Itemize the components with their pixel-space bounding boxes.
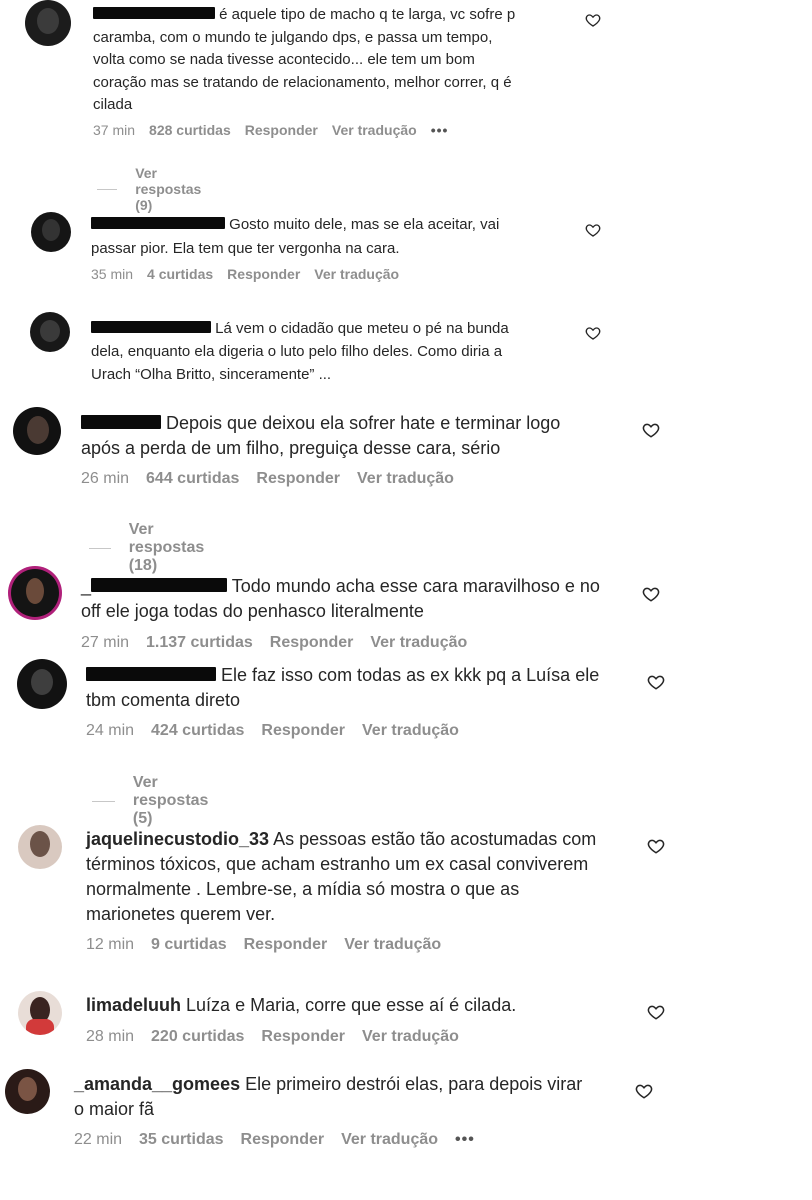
likes-count[interactable]: 424 curtidas (151, 722, 244, 740)
view-replies-button[interactable]: Ver respostas (5) (92, 774, 220, 828)
likes-count[interactable]: 644 curtidas (146, 470, 239, 488)
username[interactable]: _amanda__gomees (74, 1074, 240, 1094)
likes-count[interactable]: 1.137 curtidas (146, 634, 253, 652)
heart-icon[interactable] (642, 421, 660, 439)
timestamp: 37 min (93, 122, 136, 138)
comment-text: _amanda__gomees Ele primeiro destrói ela… (74, 1074, 583, 1119)
translate-button[interactable]: Ver tradução (341, 1131, 438, 1149)
view-replies-label: Ver respostas (18) (128, 521, 205, 574)
timestamp: 12 min (86, 936, 135, 953)
heart-icon[interactable] (647, 673, 665, 691)
avatar[interactable] (30, 312, 70, 352)
likes-count[interactable]: 35 curtidas (139, 1131, 223, 1149)
replies-divider (97, 188, 118, 190)
reply-button[interactable]: Responder (245, 122, 318, 138)
comment-meta: 37 min 828 curtidas Responder Ver traduç… (93, 122, 462, 138)
translate-button[interactable]: Ver tradução (357, 470, 454, 488)
more-options-icon[interactable]: ••• (431, 122, 449, 138)
translate-button[interactable]: Ver tradução (344, 936, 441, 954)
comment-text: é aquele tipo de macho q te larga, vc so… (93, 6, 516, 113)
avatar[interactable] (25, 0, 71, 46)
comment-text: Depois que deixou ela sofrer hate e term… (81, 413, 561, 458)
comment-text: _ Todo mundo acha esse cara maravilhoso … (81, 576, 600, 621)
heart-icon[interactable] (647, 837, 665, 855)
view-replies-label: Ver respostas (9) (135, 165, 202, 213)
username-redacted[interactable] (93, 7, 215, 19)
heart-icon[interactable] (642, 585, 660, 603)
username-redacted[interactable] (91, 321, 211, 333)
avatar[interactable] (31, 212, 71, 252)
avatar[interactable] (18, 825, 62, 869)
likes-count[interactable]: 220 curtidas (151, 1028, 244, 1046)
reply-button[interactable]: Responder (270, 634, 354, 652)
timestamp: 26 min (81, 470, 130, 487)
reply-button[interactable]: Responder (256, 470, 340, 488)
heart-icon[interactable] (585, 325, 601, 341)
comment-meta: 12 min 9 curtidas Responder Ver tradução (86, 936, 458, 954)
translate-button[interactable]: Ver tradução (332, 122, 417, 138)
view-replies-label: Ver respostas (5) (132, 774, 209, 827)
comment-meta: 22 min 35 curtidas Responder Ver traduçã… (74, 1131, 492, 1149)
comment-text: Gosto muito dele, mas se ela aceitar, va… (91, 216, 500, 257)
username-redacted[interactable] (81, 415, 161, 429)
replies-divider (92, 800, 115, 802)
translate-button[interactable]: Ver tradução (370, 634, 467, 652)
reply-button[interactable]: Responder (244, 936, 328, 954)
likes-count[interactable]: 9 curtidas (151, 936, 227, 954)
username[interactable]: jaquelinecustodio_33 (86, 829, 269, 849)
heart-icon[interactable] (635, 1082, 653, 1100)
translate-button[interactable]: Ver tradução (362, 722, 459, 740)
username-prefix: _ (81, 576, 92, 596)
view-replies-button[interactable]: Ver respostas (9) (97, 165, 211, 213)
comment-meta: 27 min 1.137 curtidas Responder Ver trad… (81, 634, 484, 652)
avatar[interactable] (17, 659, 67, 709)
avatar[interactable] (13, 407, 61, 455)
username-redacted[interactable] (91, 217, 225, 229)
comment-meta: 24 min 424 curtidas Responder Ver traduç… (86, 722, 476, 740)
comment-text: Lá vem o cidadão que meteu o pé na bunda… (91, 320, 509, 383)
username-redacted[interactable] (86, 667, 216, 681)
comment-meta: 35 min 4 curtidas Responder Ver tradução (91, 266, 413, 282)
comment-text: Ele faz isso com todas as ex kkk pq a Lu… (86, 665, 600, 710)
translate-button[interactable]: Ver tradução (314, 266, 399, 282)
comment-text: limadeluuh Luíza e Maria, corre que esse… (86, 995, 517, 1015)
timestamp: 28 min (86, 1028, 135, 1045)
more-options-icon[interactable]: ••• (455, 1131, 475, 1149)
timestamp: 22 min (74, 1131, 123, 1148)
heart-icon[interactable] (585, 12, 601, 28)
heart-icon[interactable] (647, 1003, 665, 1021)
comment-meta: 28 min 220 curtidas Responder Ver traduç… (86, 1028, 476, 1046)
username[interactable]: limadeluuh (86, 995, 181, 1015)
timestamp: 27 min (81, 634, 130, 651)
reply-button[interactable]: Responder (241, 1131, 325, 1149)
likes-count[interactable]: 4 curtidas (147, 266, 213, 282)
comment-meta: 26 min 644 curtidas Responder Ver traduç… (81, 470, 471, 488)
replies-divider (89, 547, 111, 549)
likes-count[interactable]: 828 curtidas (149, 122, 231, 138)
timestamp: 35 min (91, 266, 134, 282)
comment-text: jaquelinecustodio_33 As pessoas estão tã… (86, 829, 597, 924)
reply-button[interactable]: Responder (261, 722, 345, 740)
reply-button[interactable]: Responder (261, 1028, 345, 1046)
username-redacted[interactable] (91, 578, 228, 592)
avatar[interactable] (18, 991, 62, 1035)
avatar[interactable] (8, 566, 62, 620)
view-replies-button[interactable]: Ver respostas (18) (89, 521, 217, 575)
translate-button[interactable]: Ver tradução (362, 1028, 459, 1046)
timestamp: 24 min (86, 722, 135, 739)
avatar[interactable] (5, 1069, 50, 1114)
heart-icon[interactable] (585, 222, 601, 238)
reply-button[interactable]: Responder (227, 266, 300, 282)
